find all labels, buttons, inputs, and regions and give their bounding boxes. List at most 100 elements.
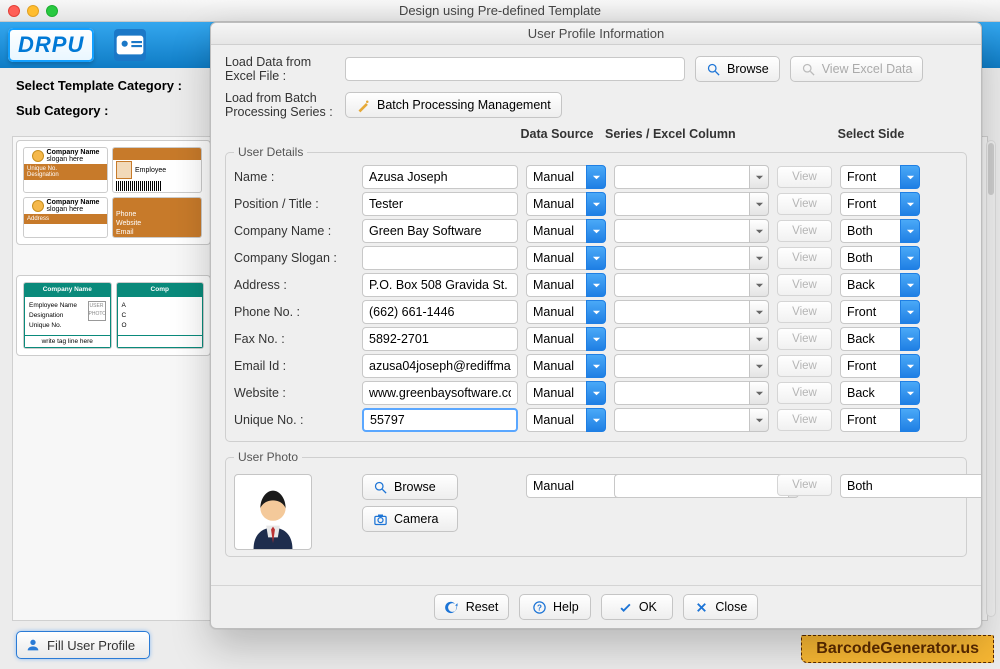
batch-processing-button[interactable]: Batch Processing Management — [345, 92, 562, 118]
chevron-down-icon[interactable] — [900, 354, 920, 378]
select-side-select[interactable] — [840, 192, 920, 216]
series-column-select[interactable] — [614, 300, 769, 324]
series-column-select[interactable] — [614, 327, 769, 351]
chevron-down-icon[interactable] — [749, 300, 769, 324]
select-side-select[interactable] — [840, 381, 920, 405]
data-source-select[interactable] — [526, 219, 606, 243]
field-value-input[interactable] — [362, 192, 518, 216]
excel-path-input[interactable] — [345, 57, 685, 81]
view-button[interactable]: View — [777, 193, 832, 215]
select-side-select[interactable] — [840, 219, 920, 243]
chevron-down-icon[interactable] — [749, 381, 769, 405]
chevron-down-icon[interactable] — [900, 192, 920, 216]
view-button[interactable]: View — [777, 301, 832, 323]
scrollbar-thumb[interactable] — [988, 143, 994, 195]
chevron-down-icon[interactable] — [586, 300, 606, 324]
view-excel-data-button[interactable]: View Excel Data — [790, 56, 924, 82]
maximize-window-icon[interactable] — [46, 5, 58, 17]
series-column-select[interactable] — [614, 246, 769, 270]
field-value-input[interactable] — [362, 354, 518, 378]
view-button[interactable]: View — [777, 166, 832, 188]
data-source-select[interactable] — [526, 408, 606, 432]
chevron-down-icon[interactable] — [749, 246, 769, 270]
series-column-select[interactable] — [614, 354, 769, 378]
series-column-select[interactable] — [614, 192, 769, 216]
chevron-down-icon[interactable] — [900, 408, 920, 432]
select-side-select[interactable] — [840, 165, 920, 189]
chevron-down-icon[interactable] — [749, 192, 769, 216]
data-source-select[interactable] — [526, 192, 606, 216]
view-button[interactable]: View — [777, 220, 832, 242]
select-side-select[interactable] — [840, 300, 920, 324]
template-preview-1[interactable]: Company Nameslogan here Unique No.Design… — [16, 140, 211, 245]
template-preview-2[interactable]: Company Name USER PHOTO Employee Name De… — [16, 275, 211, 356]
field-value-input[interactable] — [362, 327, 518, 351]
select-side-select[interactable] — [840, 354, 920, 378]
chevron-down-icon[interactable] — [586, 273, 606, 297]
series-column-select[interactable] — [614, 408, 769, 432]
chevron-down-icon[interactable] — [749, 273, 769, 297]
view-button[interactable]: View — [777, 328, 832, 350]
data-source-select[interactable] — [526, 165, 606, 189]
ok-button[interactable]: OK — [601, 594, 673, 620]
chevron-down-icon[interactable] — [900, 219, 920, 243]
photo-camera-button[interactable]: Camera — [362, 506, 458, 532]
data-source-select[interactable] — [526, 381, 606, 405]
reset-button[interactable]: Reset — [434, 594, 510, 620]
photo-browse-button[interactable]: Browse — [362, 474, 458, 500]
view-button[interactable]: View — [777, 382, 832, 404]
browse-excel-button[interactable]: Browse — [695, 56, 780, 82]
close-window-icon[interactable] — [8, 5, 20, 17]
select-side-select[interactable] — [840, 408, 920, 432]
chevron-down-icon[interactable] — [586, 219, 606, 243]
field-value-input[interactable] — [362, 273, 518, 297]
chevron-down-icon[interactable] — [900, 300, 920, 324]
chevron-down-icon[interactable] — [586, 192, 606, 216]
data-source-select[interactable] — [526, 300, 606, 324]
photo-series-select[interactable] — [614, 474, 769, 498]
select-side-select[interactable] — [840, 327, 920, 351]
photo-side-select[interactable] — [840, 474, 920, 498]
chevron-down-icon[interactable] — [586, 381, 606, 405]
field-value-input[interactable] — [362, 300, 518, 324]
photo-data-source-select[interactable] — [526, 474, 606, 498]
chevron-down-icon[interactable] — [749, 219, 769, 243]
chevron-down-icon[interactable] — [586, 408, 606, 432]
select-side-select[interactable] — [840, 246, 920, 270]
chevron-down-icon[interactable] — [586, 246, 606, 270]
view-button[interactable]: View — [777, 355, 832, 377]
user-photo-thumbnail[interactable] — [234, 474, 312, 550]
data-source-select[interactable] — [526, 354, 606, 378]
chevron-down-icon[interactable] — [900, 327, 920, 351]
chevron-down-icon[interactable] — [749, 408, 769, 432]
view-button[interactable]: View — [777, 409, 832, 431]
chevron-down-icon[interactable] — [749, 165, 769, 189]
chevron-down-icon[interactable] — [900, 246, 920, 270]
select-side-select[interactable] — [840, 273, 920, 297]
chevron-down-icon[interactable] — [586, 327, 606, 351]
field-value-input[interactable] — [362, 165, 518, 189]
series-column-select[interactable] — [614, 273, 769, 297]
field-value-input[interactable] — [362, 408, 518, 432]
view-button[interactable]: View — [777, 274, 832, 296]
chevron-down-icon[interactable] — [900, 165, 920, 189]
field-value-input[interactable] — [362, 219, 518, 243]
series-column-select[interactable] — [614, 165, 769, 189]
chevron-down-icon[interactable] — [749, 327, 769, 351]
photo-view-button[interactable]: View — [777, 474, 832, 496]
series-column-select[interactable] — [614, 219, 769, 243]
field-value-input[interactable] — [362, 381, 518, 405]
data-source-select[interactable] — [526, 327, 606, 351]
chevron-down-icon[interactable] — [586, 165, 606, 189]
fill-user-profile-button[interactable]: Fill User Profile — [16, 631, 150, 659]
close-button[interactable]: Close — [683, 594, 758, 620]
chevron-down-icon[interactable] — [586, 354, 606, 378]
data-source-select[interactable] — [526, 246, 606, 270]
view-button[interactable]: View — [777, 247, 832, 269]
scrollbar[interactable] — [986, 140, 996, 617]
series-column-select[interactable] — [614, 381, 769, 405]
chevron-down-icon[interactable] — [900, 273, 920, 297]
data-source-select[interactable] — [526, 273, 606, 297]
field-value-input[interactable] — [362, 246, 518, 270]
help-button[interactable]: ? Help — [519, 594, 591, 620]
